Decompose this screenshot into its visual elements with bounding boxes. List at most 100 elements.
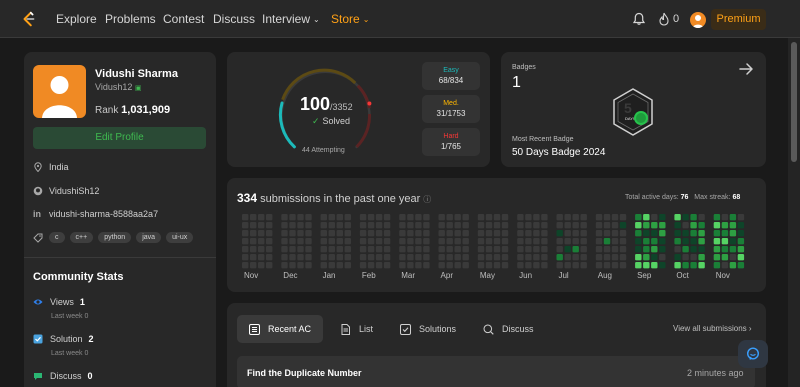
- heatmap-day-cell[interactable]: [517, 238, 524, 245]
- heatmap-day-cell[interactable]: [281, 238, 288, 245]
- heatmap-day-cell[interactable]: [541, 214, 548, 221]
- heatmap-day-cell[interactable]: [493, 246, 501, 253]
- heatmap-day-cell[interactable]: [258, 262, 265, 269]
- heatmap-day-cell[interactable]: [493, 222, 501, 229]
- arrow-right-icon[interactable]: [738, 62, 754, 76]
- heatmap-day-cell[interactable]: [659, 254, 666, 261]
- list-item[interactable]: Find the Duplicate Number 2 minutes ago: [237, 356, 755, 387]
- heatmap-day-cell[interactable]: [344, 246, 351, 253]
- heatmap-day-cell[interactable]: [651, 214, 658, 221]
- heatmap-day-cell[interactable]: [266, 262, 273, 269]
- heatmap-day-cell[interactable]: [659, 214, 666, 221]
- heatmap-day-cell[interactable]: [572, 214, 579, 221]
- heatmap-day-cell[interactable]: [289, 262, 296, 269]
- heatmap-day-cell[interactable]: [493, 262, 501, 269]
- heatmap-day-cell[interactable]: [407, 214, 414, 221]
- heatmap-day-cell[interactable]: [674, 238, 681, 245]
- heatmap-day-cell[interactable]: [493, 230, 501, 237]
- heatmap-day-cell[interactable]: [651, 230, 658, 237]
- heatmap-day-cell[interactable]: [659, 246, 666, 253]
- heatmap-day-cell[interactable]: [383, 246, 391, 253]
- heatmap-day-cell[interactable]: [462, 238, 469, 245]
- heatmap-day-cell[interactable]: [690, 214, 697, 221]
- heatmap-day-cell[interactable]: [713, 222, 721, 229]
- heatmap-day-cell[interactable]: [407, 230, 414, 237]
- heatmap-day-cell[interactable]: [454, 222, 461, 229]
- heatmap-day-cell[interactable]: [533, 214, 540, 221]
- fire-icon[interactable]: [658, 12, 670, 26]
- heatmap-day-cell[interactable]: [423, 246, 430, 253]
- heatmap-day-cell[interactable]: [501, 254, 509, 261]
- heatmap-day-cell[interactable]: [659, 222, 666, 229]
- heatmap-day-cell[interactable]: [580, 222, 587, 229]
- heatmap-day-cell[interactable]: [643, 246, 650, 253]
- heatmap-day-cell[interactable]: [729, 262, 737, 269]
- heatmap-day-cell[interactable]: [305, 254, 312, 261]
- heatmap-day-cell[interactable]: [501, 222, 509, 229]
- heatmap-day-cell[interactable]: [501, 246, 509, 253]
- heatmap-day-cell[interactable]: [438, 230, 445, 237]
- heatmap-day-cell[interactable]: [643, 222, 650, 229]
- heatmap-day-cell[interactable]: [485, 230, 493, 237]
- heatmap-day-cell[interactable]: [462, 230, 469, 237]
- heatmap-day-cell[interactable]: [250, 238, 257, 245]
- heatmap-day-cell[interactable]: [320, 238, 327, 245]
- heatmap-day-cell[interactable]: [359, 214, 367, 221]
- heatmap-day-cell[interactable]: [359, 246, 367, 253]
- heatmap-day-cell[interactable]: [603, 230, 611, 237]
- heatmap-day-cell[interactable]: [572, 254, 579, 261]
- heatmap-day-cell[interactable]: [737, 230, 745, 237]
- heatmap-day-cell[interactable]: [477, 238, 485, 245]
- nav-store[interactable]: Store ⌄: [331, 12, 369, 26]
- heatmap-day-cell[interactable]: [572, 262, 579, 269]
- heatmap-day-cell[interactable]: [721, 262, 729, 269]
- heatmap-day-cell[interactable]: [336, 262, 343, 269]
- heatmap-day-cell[interactable]: [375, 238, 383, 245]
- heatmap-day-cell[interactable]: [242, 262, 249, 269]
- heatmap-day-cell[interactable]: [328, 246, 335, 253]
- heatmap-day-cell[interactable]: [297, 230, 304, 237]
- heatmap-day-cell[interactable]: [603, 214, 611, 221]
- heatmap-day-cell[interactable]: [383, 238, 391, 245]
- heatmap-day-cell[interactable]: [336, 222, 343, 229]
- heatmap-day-cell[interactable]: [266, 222, 273, 229]
- heatmap-day-cell[interactable]: [564, 254, 571, 261]
- heatmap-day-cell[interactable]: [399, 238, 406, 245]
- heatmap-day-cell[interactable]: [713, 254, 721, 261]
- heatmap-day-cell[interactable]: [250, 262, 257, 269]
- heatmap-day-cell[interactable]: [635, 238, 642, 245]
- heatmap-day-cell[interactable]: [328, 238, 335, 245]
- heatmap-day-cell[interactable]: [729, 230, 737, 237]
- heatmap-day-cell[interactable]: [611, 230, 619, 237]
- heatmap-day-cell[interactable]: [517, 222, 524, 229]
- heatmap-day-cell[interactable]: [399, 214, 406, 221]
- heatmap-day-cell[interactable]: [344, 230, 351, 237]
- heatmap-day-cell[interactable]: [485, 254, 493, 261]
- heatmap-day-cell[interactable]: [375, 230, 383, 237]
- heatmap-day-cell[interactable]: [367, 214, 375, 221]
- heatmap-day-cell[interactable]: [399, 262, 406, 269]
- heatmap-day-cell[interactable]: [485, 214, 493, 221]
- heatmap-day-cell[interactable]: [619, 246, 627, 253]
- heatmap-day-cell[interactable]: [399, 254, 406, 261]
- 50-days-badge-icon[interactable]: 5 DAYS: [611, 87, 655, 137]
- heatmap-day-cell[interactable]: [320, 246, 327, 253]
- heatmap-day-cell[interactable]: [320, 214, 327, 221]
- heatmap-day-cell[interactable]: [289, 222, 296, 229]
- heatmap-day-cell[interactable]: [415, 254, 422, 261]
- heatmap-day-cell[interactable]: [729, 214, 737, 221]
- heatmap-day-cell[interactable]: [619, 262, 627, 269]
- heatmap-day-cell[interactable]: [635, 222, 642, 229]
- linkedin-row[interactable]: in vidushi-sharma-8588aa2a7: [33, 209, 158, 219]
- heatmap-day-cell[interactable]: [485, 222, 493, 229]
- heatmap-day-cell[interactable]: [336, 214, 343, 221]
- heatmap-day-cell[interactable]: [407, 254, 414, 261]
- heatmap-day-cell[interactable]: [737, 246, 745, 253]
- heatmap-day-cell[interactable]: [525, 246, 532, 253]
- heatmap-day-cell[interactable]: [580, 214, 587, 221]
- heatmap-day-cell[interactable]: [462, 262, 469, 269]
- heatmap-day-cell[interactable]: [423, 262, 430, 269]
- view-all-submissions-link[interactable]: View all submissions ›: [673, 324, 752, 333]
- heatmap-day-cell[interactable]: [242, 222, 249, 229]
- heatmap-day-cell[interactable]: [383, 230, 391, 237]
